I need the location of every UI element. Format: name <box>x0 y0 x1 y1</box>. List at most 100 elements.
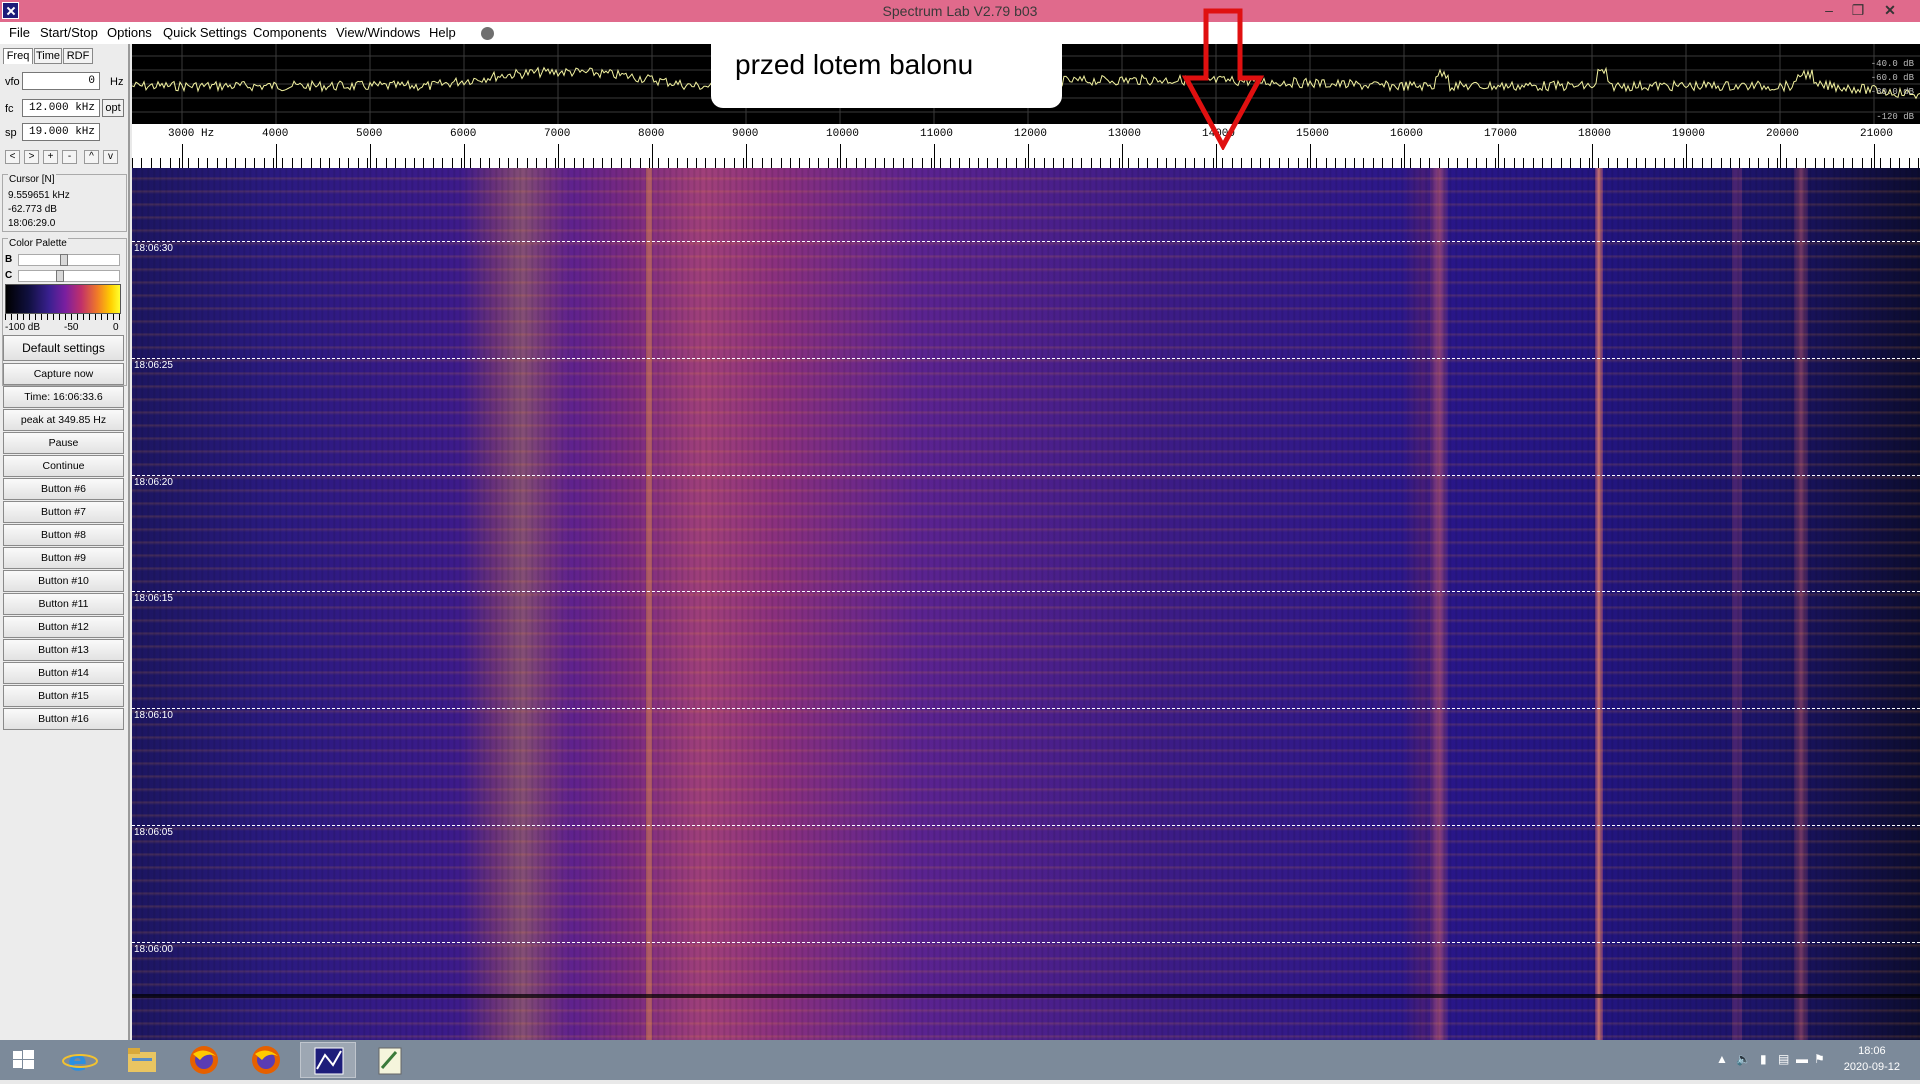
freq-axis-label: 3000 Hz <box>168 128 215 140</box>
show-hidden-icons-icon[interactable]: ▲ <box>1716 1052 1728 1066</box>
button-11-button[interactable]: Button #11 <box>3 593 124 615</box>
opt-button[interactable]: opt <box>102 99 124 117</box>
freq-axis-minor-tick <box>527 158 528 168</box>
menu-help[interactable]: Help <box>429 25 456 40</box>
color-palette-gradient[interactable] <box>5 284 121 314</box>
button-14-button[interactable]: Button #14 <box>3 662 124 684</box>
menu-options[interactable]: Options <box>107 25 152 40</box>
contrast-label: C <box>5 270 13 281</box>
menu-quick-settings[interactable]: Quick Settings <box>163 25 247 40</box>
vfo-input[interactable]: 0 <box>22 72 100 90</box>
freq-axis-major-tick <box>934 144 935 168</box>
freq-axis-minor-tick <box>1091 158 1092 168</box>
nav-zoom-in-button[interactable]: + <box>43 150 58 164</box>
button-10-button[interactable]: Button #10 <box>3 570 124 592</box>
freq-axis-minor-tick <box>423 158 424 168</box>
system-clock[interactable]: 18:06 2020-09-12 <box>1844 1043 1900 1075</box>
time-grid-label: 18:06:15 <box>134 593 173 604</box>
freq-axis-minor-tick <box>931 158 932 168</box>
freq-axis-minor-tick <box>1899 158 1900 168</box>
freq-axis-minor-tick <box>856 158 857 168</box>
freq-axis-minor-tick <box>818 158 819 168</box>
freq-axis-minor-tick <box>367 158 368 168</box>
contrast-slider[interactable] <box>18 270 120 282</box>
time-grid-label: 18:06:00 <box>134 944 173 955</box>
freq-axis-minor-tick <box>1251 158 1252 168</box>
freq-axis-major-tick <box>464 144 465 168</box>
file-explorer-icon[interactable] <box>114 1042 170 1078</box>
button-16-button[interactable]: Button #16 <box>3 708 124 730</box>
freq-axis-minor-tick <box>828 158 829 168</box>
battery-icon[interactable]: ▮ <box>1760 1052 1767 1066</box>
freq-axis-label: 16000 <box>1390 128 1424 140</box>
notepad-icon[interactable] <box>362 1042 418 1078</box>
nav-up-button[interactable]: ^ <box>84 150 99 164</box>
freq-axis-minor-tick <box>1721 158 1722 168</box>
tab-freq[interactable]: Freq <box>3 48 33 64</box>
button-8-button[interactable]: Button #8 <box>3 524 124 546</box>
button-13-button[interactable]: Button #13 <box>3 639 124 661</box>
spectrum-lab-icon[interactable] <box>300 1042 356 1078</box>
clock-time: 18:06 <box>1858 1045 1886 1057</box>
button-12-button[interactable]: Button #12 <box>3 616 124 638</box>
capture-now-button[interactable]: Capture now <box>3 363 124 385</box>
freq-axis-minor-tick <box>649 158 650 168</box>
time-grid-label: 18:06:05 <box>134 827 173 838</box>
freq-axis-minor-tick <box>1269 158 1270 168</box>
firefox-icon[interactable] <box>176 1042 232 1078</box>
windows-start-icon[interactable] <box>0 1042 48 1078</box>
time-grid-line <box>132 708 1920 709</box>
frequency-axis[interactable]: 3000 Hz 4000 5000 6000 7000 8000 9000 10000 1100… <box>132 124 1920 168</box>
freq-axis-minor-tick <box>461 158 462 168</box>
menu-file[interactable]: File <box>9 25 30 40</box>
freq-axis-minor-tick <box>1457 158 1458 168</box>
freq-axis-minor-tick <box>752 158 753 168</box>
close-icon[interactable]: ✕ <box>1876 0 1904 22</box>
time-16-06-33-6-button[interactable]: Time: 16:06:33.6 <box>3 386 124 408</box>
action-center-icon[interactable]: ⚑ <box>1814 1052 1825 1066</box>
button-9-button[interactable]: Button #9 <box>3 547 124 569</box>
brightness-slider-thumb[interactable] <box>60 254 69 266</box>
freq-axis-minor-tick <box>602 158 603 168</box>
freq-axis-major-tick <box>1028 144 1029 168</box>
waterfall-display[interactable]: 18:06:30 18:06:25 18:06:20 18:06:15 18:06:10… <box>132 168 1920 1040</box>
freq-axis-minor-tick <box>1025 158 1026 168</box>
sp-input[interactable]: 19.000 kHz <box>22 123 100 141</box>
button-7-button[interactable]: Button #7 <box>3 501 124 523</box>
menu-view-windows[interactable]: View/Windows <box>336 25 420 40</box>
freq-axis-minor-tick <box>564 158 565 168</box>
restore-icon[interactable]: ❐ <box>1844 0 1872 22</box>
menu-start-stop[interactable]: Start/Stop <box>40 25 98 40</box>
time-grid-line <box>132 358 1920 359</box>
default-settings-button[interactable]: Default settings <box>3 335 124 361</box>
tab-time[interactable]: Time <box>34 48 62 64</box>
pause-button[interactable]: Pause <box>3 432 124 454</box>
network-icon[interactable]: ▤ <box>1778 1052 1789 1066</box>
fc-input[interactable]: 12.000 kHz <box>22 99 100 117</box>
button-15-button[interactable]: Button #15 <box>3 685 124 707</box>
freq-axis-major-tick <box>558 144 559 168</box>
freq-axis-minor-tick <box>141 158 142 168</box>
menu-components[interactable]: Components <box>253 25 327 40</box>
brightness-slider[interactable] <box>18 254 120 266</box>
signal-strength-icon[interactable]: ▬ <box>1796 1052 1808 1066</box>
nav-down-button[interactable]: v <box>103 150 118 164</box>
freq-axis-minor-tick <box>1636 158 1637 168</box>
volume-icon[interactable]: 🔈 <box>1736 1052 1751 1066</box>
peak-at-349-85-hz-button[interactable]: peak at 349.85 Hz <box>3 409 124 431</box>
nav-left-button[interactable]: < <box>5 150 20 164</box>
continue-button[interactable]: Continue <box>3 455 124 477</box>
freq-axis-label: 15000 <box>1296 128 1330 140</box>
freq-axis-minor-tick <box>1730 158 1731 168</box>
button-6-button[interactable]: Button #6 <box>3 478 124 500</box>
internet-explorer-icon[interactable]: e <box>52 1042 108 1078</box>
nav-right-button[interactable]: > <box>24 150 39 164</box>
red-arrow-down-icon <box>1182 8 1264 150</box>
minimize-icon[interactable]: – <box>1815 0 1843 22</box>
freq-axis-major-tick <box>1686 144 1687 168</box>
freq-axis-minor-tick <box>1288 158 1289 168</box>
contrast-slider-thumb[interactable] <box>55 270 64 282</box>
firefox-icon[interactable] <box>238 1042 294 1078</box>
tab-rdf[interactable]: RDF <box>63 48 93 64</box>
nav-zoom-out-button[interactable]: - <box>62 150 77 164</box>
